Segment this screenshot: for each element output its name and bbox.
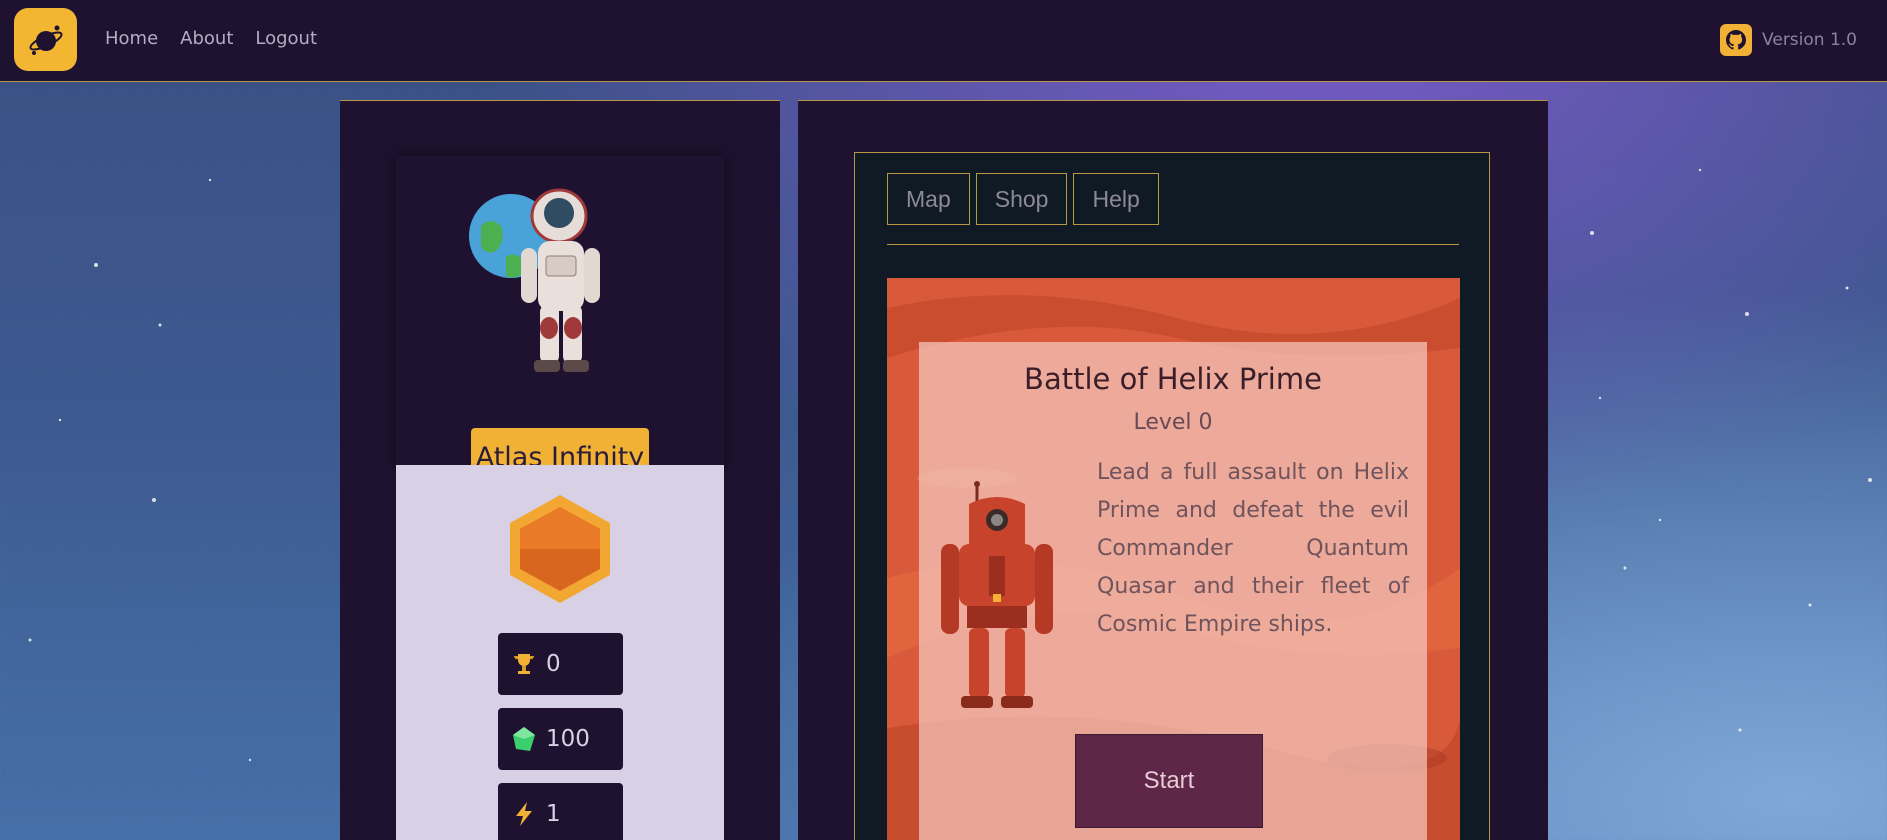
- game-area: Map Shop Help Battle of Helix Prime Leve…: [854, 152, 1490, 840]
- robot-enemy-image: [941, 481, 1053, 708]
- stat-trophies: 0: [498, 633, 623, 695]
- start-mission-button[interactable]: Start: [1075, 734, 1263, 828]
- mission-title: Battle of Helix Prime: [1024, 362, 1322, 396]
- mission-description: Lead a full assault on Helix Prime and d…: [1097, 460, 1409, 637]
- rank-badge-icon: [510, 495, 610, 603]
- stat-gems: 100: [498, 708, 623, 770]
- mission-card: Battle of Helix Prime Level 0 Lead a ful…: [919, 342, 1427, 840]
- tab-help[interactable]: Help: [1073, 173, 1159, 225]
- astronaut-avatar: [469, 188, 600, 372]
- top-navbar: Home About Logout Version 1.0: [0, 0, 1887, 82]
- tabs-divider: [887, 244, 1459, 245]
- trophy-icon: [513, 654, 535, 674]
- tab-shop[interactable]: Shop: [975, 173, 1068, 225]
- planet-logo-icon[interactable]: [14, 8, 77, 71]
- trophy-count: 0: [546, 651, 561, 677]
- version-label: Version 1.0: [1762, 30, 1857, 50]
- player-panel: Atlas Infinity 0 100 1: [340, 100, 780, 840]
- nav-logout-link[interactable]: Logout: [255, 28, 317, 49]
- game-panel: Map Shop Help Battle of Helix Prime Leve…: [798, 100, 1548, 840]
- gem-count: 100: [546, 726, 590, 752]
- tab-map[interactable]: Map: [887, 173, 970, 225]
- mission-level: Level 0: [1133, 410, 1213, 435]
- stat-energy: 1: [498, 783, 623, 840]
- main-nav: Home About Logout: [105, 28, 317, 49]
- nav-about-link[interactable]: About: [180, 28, 233, 49]
- stats-card: 0 100 1: [396, 465, 724, 840]
- nav-home-link[interactable]: Home: [105, 28, 158, 49]
- gem-icon: [513, 727, 535, 751]
- profile-card: Atlas Infinity: [396, 156, 724, 486]
- game-tabs: Map Shop Help: [887, 173, 1159, 225]
- energy-count: 1: [546, 801, 561, 827]
- lightning-icon: [516, 802, 532, 826]
- version-info: Version 1.0: [1720, 24, 1857, 56]
- mission-panel: Battle of Helix Prime Level 0 Lead a ful…: [887, 278, 1460, 840]
- github-icon[interactable]: [1720, 24, 1753, 56]
